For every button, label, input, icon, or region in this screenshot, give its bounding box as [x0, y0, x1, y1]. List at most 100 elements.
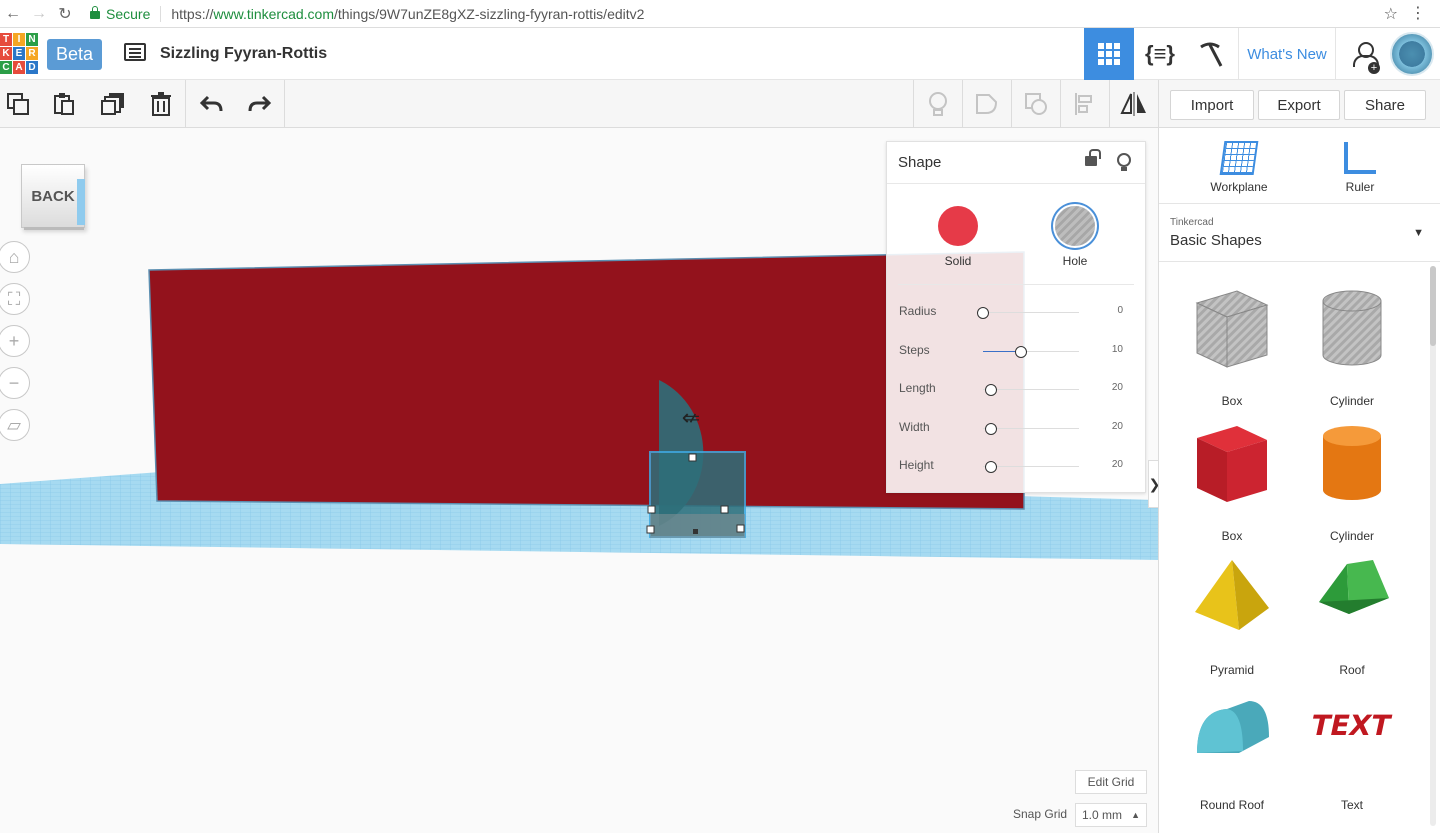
hole-swatch[interactable] [1055, 206, 1095, 246]
cube-perspective-icon: ▱ [7, 414, 21, 435]
toolbar-divider [1158, 80, 1159, 128]
param-slider-track[interactable] [983, 427, 1079, 429]
secure-indicator[interactable]: Secure [90, 5, 151, 22]
back-arrow-icon[interactable]: ← [0, 1, 26, 27]
round-roof-icon [1177, 687, 1287, 777]
param-value[interactable]: 20 [1112, 421, 1123, 432]
shape-tile-box[interactable]: Box [1177, 418, 1287, 543]
shape-label: Text [1340, 797, 1363, 812]
whats-new-link[interactable]: What's New [1238, 28, 1336, 80]
delete-button[interactable] [137, 80, 185, 128]
workplane-icon [1219, 141, 1259, 175]
import-button[interactable]: Import [1170, 90, 1254, 120]
align-button[interactable] [1061, 80, 1109, 128]
snap-grid-label: Snap Grid [1013, 807, 1068, 821]
shape-tile-cylinder[interactable]: Cylinder [1297, 283, 1407, 408]
share-button[interactable]: Share [1344, 90, 1426, 120]
shape-tile-box[interactable]: Box [1177, 283, 1287, 408]
3d-design-view-button[interactable] [1084, 28, 1134, 80]
inspector-divider [898, 284, 1134, 285]
paste-button[interactable] [40, 80, 88, 128]
param-height: Height 20 [899, 456, 1135, 476]
snap-grid-select[interactable]: 1.0 mm ▲ [1075, 803, 1147, 827]
logo-letter: E [13, 47, 25, 60]
home-icon: ⌂ [8, 246, 20, 267]
param-slider-knob[interactable] [984, 384, 997, 396]
ruler-icon [1344, 142, 1376, 174]
logo-letter: N [26, 33, 38, 46]
lightbulb-icon [929, 92, 947, 116]
caret-down-icon: ▼ [1413, 227, 1424, 239]
workplane-tool[interactable]: Workplane [1189, 136, 1289, 194]
url-field[interactable]: https://www.tinkercad.com/things/9W7unZE… [171, 6, 644, 22]
group-icon [976, 94, 998, 114]
shape-tile-pyramid[interactable]: Pyramid [1177, 552, 1287, 677]
param-length: Length 20 [899, 379, 1135, 399]
mirror-button[interactable] [1110, 80, 1158, 128]
hole-option[interactable]: Hole [1035, 202, 1115, 268]
forward-arrow-icon[interactable]: → [26, 1, 52, 27]
shape-label: Box [1221, 394, 1243, 408]
design-list-icon[interactable] [124, 43, 146, 61]
param-slider-track[interactable] [983, 312, 1079, 313]
codeblocks-button[interactable]: {≡} [1136, 28, 1184, 80]
editor-toolbar: Import Export Share [0, 80, 1440, 128]
view-cube[interactable]: BACK [21, 164, 85, 228]
redo-button[interactable] [235, 80, 283, 128]
param-value[interactable]: 10 [1112, 344, 1123, 355]
export-button[interactable]: Export [1258, 90, 1340, 120]
notes-button[interactable] [914, 80, 962, 128]
box-hole-icon [1177, 283, 1287, 373]
shape-tile-round-roof[interactable]: Round Roof [1177, 687, 1287, 812]
edit-grid-button[interactable]: Edit Grid [1075, 770, 1147, 794]
beta-badge[interactable]: Beta [47, 39, 102, 70]
hole-label: Hole [1062, 254, 1088, 268]
solid-color-swatch[interactable] [938, 206, 978, 246]
param-value[interactable]: 20 [1112, 382, 1123, 393]
param-label: Length [899, 381, 936, 395]
bricks-view-button[interactable] [1186, 28, 1234, 80]
tinkercad-logo[interactable]: TIN KER CAD [0, 33, 38, 75]
project-title[interactable]: Sizzling Fyyran-Rottis [160, 45, 327, 63]
lightbulb-icon[interactable] [1117, 153, 1131, 171]
param-value[interactable]: 20 [1112, 459, 1123, 470]
copy-button[interactable] [0, 80, 42, 128]
ruler-tool[interactable]: Ruler [1310, 136, 1410, 194]
param-slider-knob[interactable] [1015, 345, 1028, 358]
ungroup-button[interactable] [1012, 80, 1060, 128]
param-slider-track[interactable] [983, 466, 1079, 467]
reload-icon[interactable]: ↻ [52, 1, 78, 27]
app-header: TIN KER CAD Beta Sizzling Fyyran-Rottis {≡… [0, 28, 1440, 80]
secure-label: Secure [106, 5, 151, 22]
bookmark-star-icon[interactable]: ☆ [1384, 4, 1398, 24]
duplicate-button[interactable] [89, 80, 137, 128]
text-shape-icon: TEXT [1297, 687, 1407, 777]
shape-tile-cylinder[interactable]: Cylinder [1297, 418, 1407, 543]
align-icon [1075, 93, 1092, 115]
copy-icon [7, 93, 29, 115]
shape-tile-roof[interactable]: Roof [1297, 552, 1407, 677]
plus-badge-icon: + [1368, 62, 1380, 74]
shape-label: Pyramid [1209, 663, 1254, 677]
user-avatar[interactable] [1390, 32, 1434, 76]
param-slider-knob[interactable] [984, 422, 997, 435]
param-slider-knob[interactable] [977, 307, 989, 319]
param-slider-knob[interactable] [984, 461, 997, 473]
undo-button[interactable] [188, 80, 236, 128]
param-label: Radius [899, 304, 937, 318]
solid-option[interactable]: Solid [918, 202, 998, 268]
shape-tile-text[interactable]: TEXT Text [1297, 687, 1407, 812]
unlock-icon[interactable] [1085, 149, 1101, 166]
inspector-header: Shape [887, 142, 1145, 184]
grid-icon [1098, 43, 1120, 65]
url-scheme: https:// [171, 5, 214, 22]
param-value[interactable]: 0 [1117, 305, 1123, 316]
solid-label: Solid [944, 254, 972, 268]
param-label: Height [899, 458, 934, 472]
codeblocks-icon: {≡} [1145, 41, 1175, 66]
param-slider-track[interactable] [983, 389, 1079, 390]
workplane-label: Workplane [1210, 180, 1268, 194]
browser-menu-icon[interactable]: ⋮ [1410, 3, 1426, 23]
group-button[interactable] [963, 80, 1011, 128]
shapes-scrollbar[interactable] [1430, 266, 1436, 826]
